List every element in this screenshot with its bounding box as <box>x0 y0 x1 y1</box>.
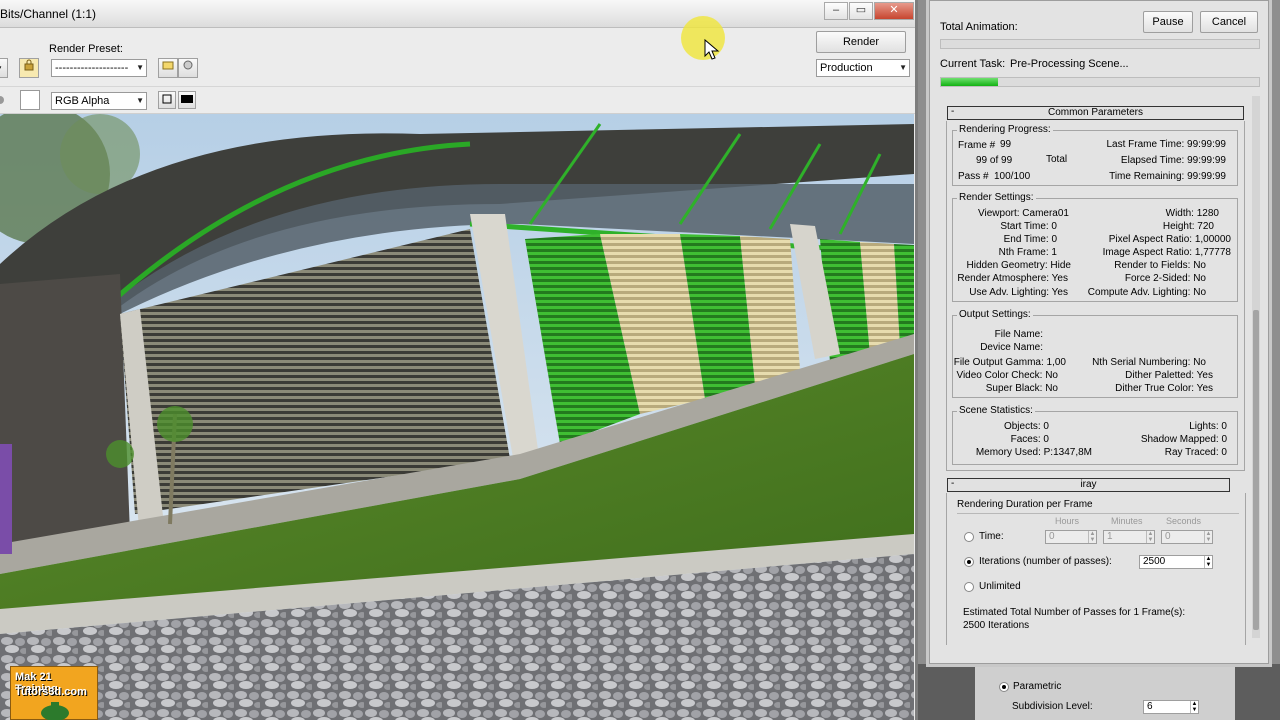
rs-right-1: Height: 720 <box>1162 221 1214 232</box>
common-parameters-rollout[interactable]: - Common Parameters <box>947 106 1244 120</box>
ss-left-0: Objects: 0 <box>1003 421 1049 432</box>
lock-icon[interactable] <box>19 58 39 78</box>
subdivision-spinner[interactable]: 6 ▲ ▼ <box>1143 700 1199 714</box>
frame-of-text: 99 of 99 <box>976 155 1013 166</box>
rs-right-3: Image Aspect Ratio: 1,77778 <box>1102 247 1231 258</box>
color-swatch[interactable] <box>20 90 40 110</box>
teapot-icon <box>41 702 69 720</box>
render-preset-dropdown[interactable]: -------------------- ▼ <box>51 59 147 77</box>
estimate-line1: Estimated Total Number of Passes for 1 F… <box>963 607 1186 618</box>
frame-value: 99 <box>1000 139 1012 150</box>
render-button[interactable]: Render <box>816 31 906 53</box>
minimize-button[interactable]: – <box>824 2 848 20</box>
time-radio[interactable] <box>964 532 974 542</box>
minutes-label: Minutes <box>1111 516 1143 526</box>
os-left-0: File Output Gamma: 1,00 <box>953 357 1066 368</box>
close-button[interactable]: ✕ <box>874 2 914 20</box>
os-left-1: Video Color Check: No <box>956 370 1058 381</box>
area-dropdown-arrow[interactable]: ▼ <box>0 58 8 78</box>
iterations-spinner[interactable]: 2500 ▲ ▼ <box>1139 555 1213 569</box>
render-preset-label: Render Preset: <box>49 43 123 55</box>
current-task-value: Pre-Processing Scene... <box>1010 58 1129 70</box>
current-task-fill <box>941 78 999 86</box>
rendered-image <box>0 114 914 720</box>
load-preset-icon[interactable] <box>158 58 178 78</box>
os-right-2: Dither True Color: Yes <box>1115 383 1213 394</box>
parametric-radio[interactable] <box>999 682 1009 692</box>
pass-label: Pass # <box>958 171 989 182</box>
hours-spinner[interactable]: 0 ▲ ▼ <box>1045 530 1097 544</box>
production-dropdown[interactable]: Production ▼ <box>816 59 910 77</box>
time-label: Time: <box>979 531 1004 542</box>
ss-left-2: Memory Used: P:1347,8M <box>975 447 1092 458</box>
iterations-label: Iterations (number of passes): <box>979 556 1112 567</box>
ss-right-2: Ray Traced: 0 <box>1164 447 1227 458</box>
unlimited-radio[interactable] <box>964 582 974 592</box>
hours-label: Hours <box>1055 516 1080 526</box>
minutes-spinner[interactable]: 1 ▲ ▼ <box>1103 530 1155 544</box>
render-viewport <box>0 114 914 720</box>
channel-toolbar: RGB Alpha ▼ <box>0 86 915 114</box>
render-toolbar: ▼ Render Preset: --------------------▼ R… <box>0 28 915 86</box>
pass-value: 100/100 <box>994 171 1031 182</box>
rs-left-4: Hidden Geometry: Hide <box>966 260 1072 271</box>
ss-right-1: Shadow Mapped: 0 <box>1140 434 1227 445</box>
frame-label: Frame # <box>958 140 996 151</box>
rs-left-0: Viewport: Camera01 <box>978 208 1069 219</box>
frame-title: Bits/Channel (1:1) <box>0 7 97 21</box>
rs-right-6: Compute Adv. Lighting: No <box>1087 287 1206 298</box>
device-name-label: Device Name: <box>980 342 1043 353</box>
dialog-scrollbar-thumb[interactable] <box>1253 310 1259 630</box>
total-animation-bar <box>940 39 1260 49</box>
rs-left-2: End Time: 0 <box>1003 234 1057 245</box>
estimate-line2: 2500 Iterations <box>963 620 1030 631</box>
time-remaining: Time Remaining: 99:99:99 <box>1109 171 1226 182</box>
rs-right-5: Force 2-Sided: No <box>1124 273 1206 284</box>
total-label: Total <box>1046 154 1068 165</box>
rs-right-2: Pixel Aspect Ratio: 1,00000 <box>1108 234 1231 245</box>
rendered-frame-window: Bits/Channel (1:1) – ▭ ✕ ▼ Render Preset… <box>0 0 918 720</box>
cancel-button[interactable]: Cancel <box>1200 11 1258 33</box>
chevron-down-icon: ▼ <box>899 63 907 72</box>
current-task-label: Current Task: <box>940 58 1006 70</box>
rs-left-5: Render Atmosphere: Yes <box>957 273 1068 284</box>
parametric-label: Parametric <box>1013 681 1062 692</box>
channel-dropdown[interactable]: RGB Alpha ▼ <box>51 92 147 110</box>
rendering-progress-dialog: Total Animation: Pause Cancel Current Ta… <box>929 0 1269 664</box>
seconds-spinner[interactable]: 0 ▲ ▼ <box>1161 530 1213 544</box>
iterations-radio[interactable] <box>964 557 974 567</box>
rs-left-1: Start Time: 0 <box>1000 221 1057 232</box>
os-right-0: Nth Serial Numbering: No <box>1092 357 1206 368</box>
rs-right-4: Render to Fields: No <box>1114 260 1206 271</box>
pause-button[interactable]: Pause <box>1143 11 1193 33</box>
last-frame-time: Last Frame Time: 99:99:99 <box>1106 139 1226 150</box>
elapsed-time: Elapsed Time: 99:99:99 <box>1120 155 1226 166</box>
clear-icon[interactable] <box>178 91 196 109</box>
rs-right-0: Width: 1280 <box>1165 208 1219 219</box>
chevron-down-icon: ▼ <box>136 96 144 105</box>
rs-left-3: Nth Frame: 1 <box>998 247 1057 258</box>
subdivision-label: Subdivision Level: <box>1012 701 1093 712</box>
mono-channel-icon[interactable] <box>158 91 176 109</box>
environment-icon[interactable] <box>178 58 198 78</box>
seconds-label: Seconds <box>1166 516 1202 526</box>
channel-dot-icon <box>0 96 4 104</box>
rs-left-6: Use Adv. Lighting: Yes <box>969 287 1068 298</box>
ss-right-0: Lights: 0 <box>1189 421 1227 432</box>
iray-rollout[interactable]: - iray <box>947 478 1230 492</box>
total-animation-label: Total Animation: <box>940 21 1018 33</box>
file-name-label: File Name: <box>994 329 1043 340</box>
os-left-2: Super Black: No <box>985 383 1058 394</box>
maximize-button[interactable]: ▭ <box>849 2 873 20</box>
current-task-bar <box>940 77 1260 87</box>
command-panel: Parametric Subdivision Level: 6 ▲ ▼ <box>975 664 1235 720</box>
watermark-logo: Mak 21 Training Tutors3d.com <box>10 666 98 720</box>
mouse-cursor <box>680 14 730 67</box>
frame-title-bar[interactable]: Bits/Channel (1:1) – ▭ ✕ <box>0 0 915 28</box>
unlimited-label: Unlimited <box>979 581 1021 592</box>
ss-left-1: Faces: 0 <box>1010 434 1049 445</box>
os-right-1: Dither Paletted: Yes <box>1125 370 1213 381</box>
chevron-down-icon: ▼ <box>136 63 144 72</box>
duration-title: Rendering Duration per Frame <box>957 499 1093 510</box>
